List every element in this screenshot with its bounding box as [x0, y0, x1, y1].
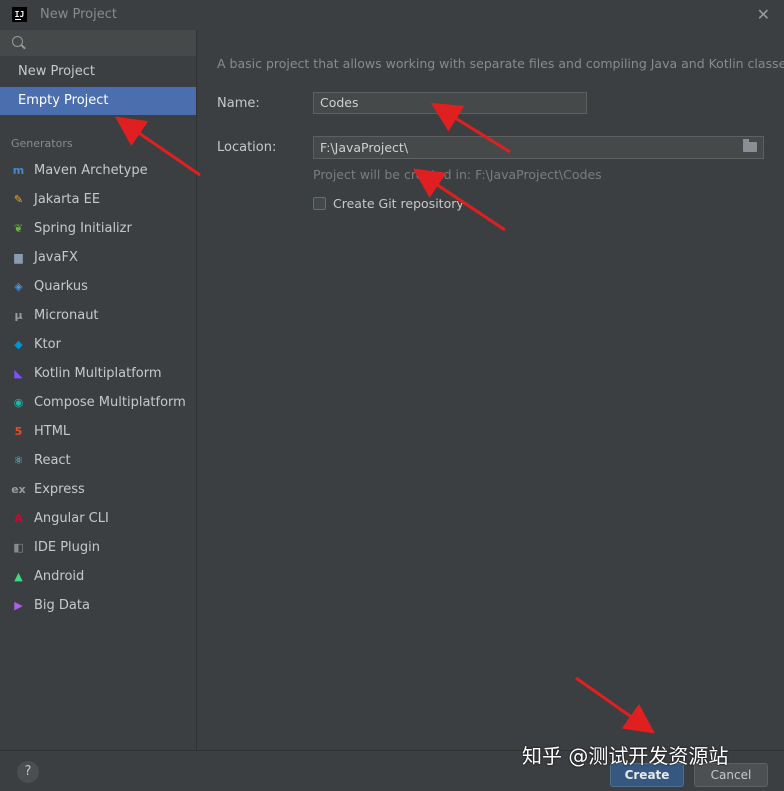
- generator-label: Express: [34, 482, 85, 497]
- generator-label: HTML: [34, 424, 71, 439]
- spring-icon: ❦: [13, 222, 24, 235]
- sidebar-item-spring[interactable]: ❦ Spring Initializr: [0, 214, 196, 243]
- location-field[interactable]: F:\JavaProject\: [313, 136, 764, 159]
- location-hint: Project will be created in: F:\JavaProje…: [313, 167, 602, 182]
- sidebar-item-android[interactable]: ▲ Android: [0, 562, 196, 591]
- sidebar-item-maven[interactable]: m Maven Archetype: [0, 156, 196, 185]
- micronaut-icon: μ: [14, 309, 23, 322]
- sidebar: New Project Empty Project Generators m Ma…: [0, 30, 197, 750]
- search-icon: [12, 36, 23, 47]
- git-repository-checkbox[interactable]: [313, 197, 326, 210]
- sidebar-item-bigdata[interactable]: ▶ Big Data: [0, 591, 196, 620]
- name-label: Name:: [217, 96, 260, 111]
- location-label: Location:: [217, 140, 277, 155]
- generator-label: Micronaut: [34, 308, 99, 323]
- quarkus-icon: ◈: [14, 280, 23, 293]
- maven-icon: m: [12, 164, 25, 177]
- title-bar: IJ New Project ✕: [0, 0, 784, 30]
- html5-icon: 5: [14, 425, 23, 438]
- help-button[interactable]: ?: [17, 761, 39, 783]
- generators-heading: Generators: [11, 137, 73, 150]
- watermark-text: 知乎 @测试开发资源站: [522, 744, 729, 768]
- search-input[interactable]: [0, 30, 196, 56]
- sidebar-item-jakarta[interactable]: ✎ Jakarta EE: [0, 185, 196, 214]
- intellij-logo-icon: IJ: [12, 7, 27, 22]
- project-description: A basic project that allows working with…: [217, 56, 784, 71]
- bigdata-icon: ▶: [14, 599, 23, 612]
- generator-label: Kotlin Multiplatform: [34, 366, 162, 381]
- generator-label: Jakarta EE: [34, 192, 101, 207]
- git-repository-label[interactable]: Create Git repository: [333, 196, 464, 211]
- location-value: F:\JavaProject\: [320, 140, 409, 155]
- generator-label: React: [34, 453, 71, 468]
- sidebar-item-compose[interactable]: ◉ Compose Multiplatform: [0, 388, 196, 417]
- main-panel: A basic project that allows working with…: [197, 30, 784, 750]
- generator-label: JavaFX: [34, 250, 78, 265]
- sidebar-item-express[interactable]: ex Express: [0, 475, 196, 504]
- generator-label: Maven Archetype: [34, 163, 148, 178]
- generator-label: Big Data: [34, 598, 90, 613]
- express-icon: ex: [11, 483, 26, 496]
- android-icon: ▲: [14, 570, 23, 583]
- sidebar-item-new-project[interactable]: New Project: [0, 58, 196, 86]
- plugin-icon: ◧: [13, 541, 24, 554]
- generator-label: Compose Multiplatform: [34, 395, 186, 410]
- close-icon[interactable]: ✕: [757, 5, 770, 24]
- name-field[interactable]: Codes: [313, 92, 587, 114]
- kotlin-icon: ◣: [14, 367, 23, 380]
- sidebar-item-ktor[interactable]: ◆ Ktor: [0, 330, 196, 359]
- angular-icon: A: [14, 512, 23, 525]
- jakarta-icon: ✎: [13, 193, 24, 206]
- compose-icon: ◉: [13, 396, 24, 409]
- sidebar-item-quarkus[interactable]: ◈ Quarkus: [0, 272, 196, 301]
- sidebar-item-plugin[interactable]: ◧ IDE Plugin: [0, 533, 196, 562]
- sidebar-item-angular[interactable]: A Angular CLI: [0, 504, 196, 533]
- javafx-icon: ▆: [14, 251, 23, 264]
- sidebar-item-html5[interactable]: 5 HTML: [0, 417, 196, 446]
- generator-label: Spring Initializr: [34, 221, 132, 236]
- generator-label: Angular CLI: [34, 511, 109, 526]
- generator-label: Ktor: [34, 337, 61, 352]
- sidebar-item-kotlin[interactable]: ◣ Kotlin Multiplatform: [0, 359, 196, 388]
- generator-label: IDE Plugin: [34, 540, 100, 555]
- generators-list: m Maven Archetype ✎ Jakarta EE ❦ Spring Initi…: [0, 156, 196, 620]
- ktor-icon: ◆: [14, 338, 23, 351]
- react-icon: ⚛: [13, 454, 24, 467]
- sidebar-item-micronaut[interactable]: μ Micronaut: [0, 301, 196, 330]
- window-title: New Project: [40, 7, 117, 22]
- folder-icon[interactable]: [743, 139, 757, 152]
- sidebar-item-empty-project[interactable]: Empty Project: [0, 87, 196, 115]
- sidebar-item-react[interactable]: ⚛ React: [0, 446, 196, 475]
- generator-label: Android: [34, 569, 85, 584]
- sidebar-item-javafx[interactable]: ▆ JavaFX: [0, 243, 196, 272]
- generator-label: Quarkus: [34, 279, 88, 294]
